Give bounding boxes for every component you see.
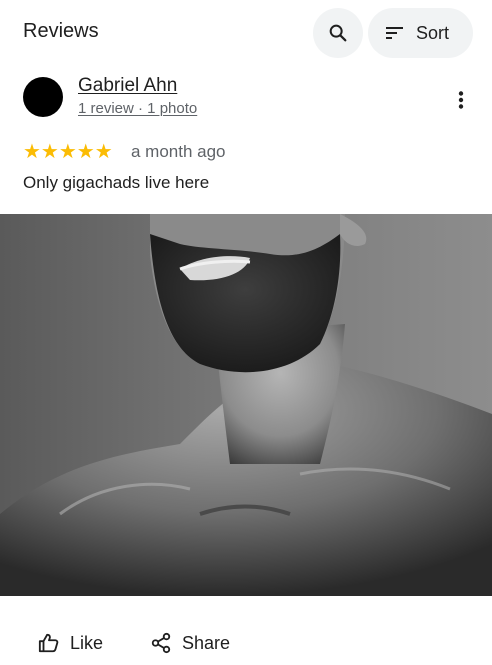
review-photo[interactable] — [0, 214, 492, 596]
review-date: a month ago — [131, 142, 226, 161]
sort-button[interactable]: Sort — [368, 8, 473, 58]
review-text: Only gigachads live here — [23, 173, 210, 192]
search-icon — [329, 24, 347, 42]
more-options-button[interactable] — [447, 86, 475, 114]
share-icon — [151, 632, 171, 654]
reviews-header: Reviews Sort — [0, 0, 492, 66]
avatar[interactable] — [23, 77, 63, 117]
sort-icon — [386, 27, 403, 39]
review-photo-image — [0, 214, 492, 596]
sort-label: Sort — [416, 22, 450, 43]
like-button[interactable]: Like — [38, 632, 103, 654]
author-name[interactable]: Gabriel Ahn — [78, 75, 177, 97]
author-review-count[interactable]: 1 review · 1 photo — [78, 100, 197, 117]
star-rating: ★★★★★ — [23, 141, 113, 161]
share-label: Share — [182, 632, 231, 653]
like-label: Like — [70, 632, 104, 653]
thumb-up-icon — [38, 633, 59, 653]
search-button[interactable] — [313, 8, 363, 58]
review-actions: Like Share — [0, 620, 492, 665]
page-title: Reviews — [23, 20, 99, 42]
star-icons: ★★★★★ — [23, 139, 113, 163]
share-button[interactable]: Share — [150, 632, 230, 654]
more-vert-icon — [458, 91, 464, 109]
